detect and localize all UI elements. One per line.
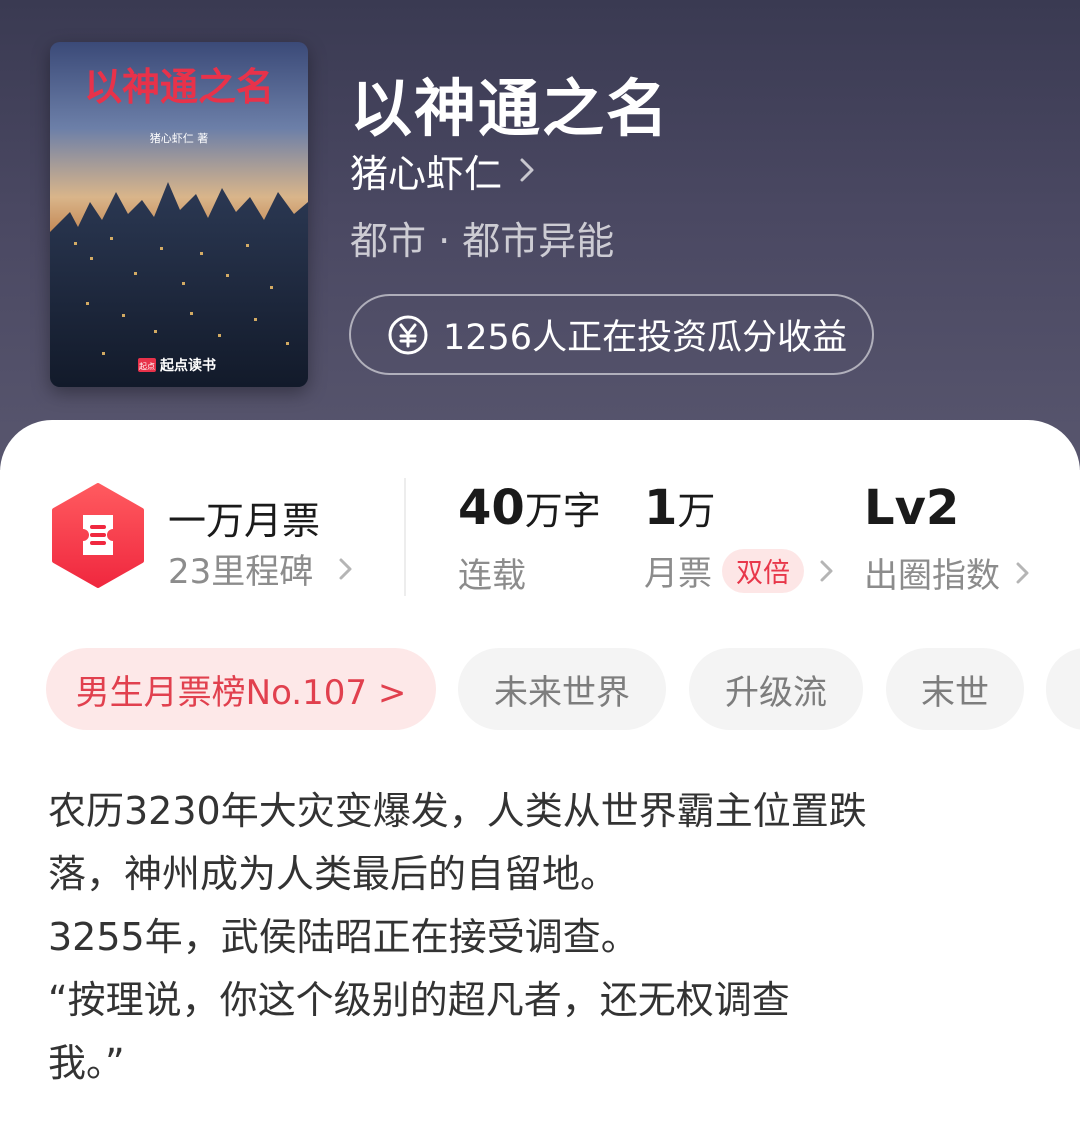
synopsis-line: 3255年，武侯陆昭正在接受调查。 bbox=[48, 915, 639, 959]
tag-more[interactable] bbox=[1046, 648, 1080, 730]
cover-art: 以神通之名 猪心虾仁 著 起点 起点读书 bbox=[50, 42, 308, 387]
word-count-value: 40 bbox=[458, 480, 525, 536]
word-count-unit: 万字 bbox=[524, 489, 601, 533]
book-title: 以神通之名 bbox=[350, 72, 671, 145]
book-cover[interactable]: 以神通之名 猪心虾仁 著 起点 起点读书 bbox=[50, 42, 308, 387]
monthly-ticket-title: 一万月票 bbox=[168, 499, 321, 543]
cover-publisher: 起点读书 bbox=[159, 357, 216, 374]
author-link[interactable]: 猪心虾仁 bbox=[350, 145, 542, 196]
ticket-count-value: 1 bbox=[644, 480, 678, 536]
stats-row: 一万月票 23里程碑 40万字 连载 1万 月票 双倍 Lv2 出圈指数 bbox=[0, 420, 1080, 620]
chevron-right-icon bbox=[339, 558, 352, 579]
popularity-index: Lv2 bbox=[864, 480, 959, 536]
milestone-link[interactable]: 23里程碑 bbox=[168, 544, 357, 593]
synopsis-line: “按理说，你这个级别的超凡者，还无权调查 bbox=[48, 978, 790, 1022]
chevron-right-icon bbox=[1016, 562, 1029, 583]
ticket-count-unit: 万 bbox=[677, 489, 716, 533]
tag-level-up[interactable]: 升级流 bbox=[689, 648, 863, 730]
popularity-index-value: Lv2 bbox=[864, 480, 960, 536]
synopsis-line: 落，神州成为人类最后的自留地。 bbox=[48, 852, 619, 896]
synopsis-line: 农历3230年大灾变爆发，人类从世界霸主位置跌 bbox=[48, 789, 867, 833]
ticket-link[interactable]: 月票 双倍 bbox=[644, 546, 838, 595]
stats-divider bbox=[404, 478, 406, 596]
word-count: 40万字 bbox=[458, 480, 601, 536]
synopsis[interactable]: 农历3230年大灾变爆发，人类从世界霸主位置跌 落，神州成为人类最后的自留地。 … bbox=[48, 780, 1008, 1095]
invest-button[interactable]: 1256人正在投资瓜分收益 bbox=[349, 294, 874, 375]
author-name: 猪心虾仁 bbox=[350, 151, 503, 196]
serial-status: 连载 bbox=[458, 556, 526, 596]
tag-apocalypse[interactable]: 末世 bbox=[886, 648, 1024, 730]
double-badge: 双倍 bbox=[722, 548, 804, 593]
book-header: 以神通之名 猪心虾仁 著 起点 起点读书 以神通之名 猪心虾仁 都市 · 都市异… bbox=[0, 0, 1080, 470]
cover-badge: 起点 bbox=[139, 362, 155, 371]
milestone-text: 23里程碑 bbox=[168, 552, 314, 592]
popularity-link[interactable]: 出圈指数 bbox=[864, 548, 1034, 597]
monthly-ticket-icon[interactable] bbox=[50, 483, 146, 588]
popularity-label: 出圈指数 bbox=[864, 556, 1000, 596]
chevron-right-icon bbox=[520, 158, 534, 182]
cover-title: 以神通之名 bbox=[84, 65, 274, 109]
yen-coin-icon bbox=[388, 315, 428, 354]
book-detail-page: 以神通之名 猪心虾仁 著 起点 起点读书 以神通之名 猪心虾仁 都市 · 都市异… bbox=[0, 0, 1080, 1121]
rank-tag[interactable]: 男生月票榜No.107 > bbox=[46, 648, 436, 730]
book-info-card: 一万月票 23里程碑 40万字 连载 1万 月票 双倍 Lv2 出圈指数 男生月… bbox=[0, 420, 1080, 1121]
ticket-label: 月票 bbox=[644, 554, 712, 594]
tag-row: 男生月票榜No.107 > 未来世界 升级流 末世 bbox=[0, 648, 1080, 730]
ticket-count: 1万 bbox=[644, 480, 715, 536]
book-category: 都市 · 都市异能 bbox=[350, 219, 615, 263]
invest-text: 1256人正在投资瓜分收益 bbox=[443, 318, 848, 358]
synopsis-line: 我。” bbox=[48, 1041, 125, 1085]
chevron-right-icon bbox=[820, 560, 833, 581]
tag-future-world[interactable]: 未来世界 bbox=[458, 648, 666, 730]
cover-author: 猪心虾仁 著 bbox=[150, 131, 209, 145]
